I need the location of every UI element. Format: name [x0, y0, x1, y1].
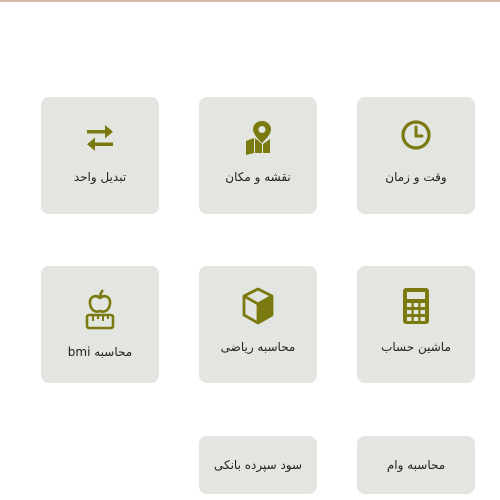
tile-loan-calculator[interactable]: محاسبه وام — [357, 436, 475, 494]
tile-map-location[interactable]: نقشه و مکان — [199, 97, 317, 214]
tile-bmi-calculator[interactable]: محاسبه bmi — [41, 266, 159, 383]
tile-label: وقت و زمان — [385, 170, 447, 184]
calculator-icon — [403, 288, 429, 324]
tile-date-time[interactable]: وقت و زمان — [357, 97, 475, 214]
tile-label: محاسبه bmi — [67, 345, 133, 359]
tile-calculator[interactable]: ماشین حساب — [357, 266, 475, 383]
swap-arrows-icon — [87, 125, 113, 151]
apple-scale-icon — [85, 289, 115, 330]
cube-icon — [242, 287, 274, 325]
tile-label: تبدیل واحد — [73, 170, 127, 184]
tile-label: سود سپرده بانکی — [213, 458, 303, 472]
tile-label: محاسبه وام — [386, 458, 446, 472]
map-pin-icon — [246, 121, 271, 155]
tile-label: محاسبه ریاضی — [220, 340, 296, 354]
tile-bank-deposit-interest[interactable]: سود سپرده بانکی — [199, 436, 317, 494]
clock-icon — [401, 120, 431, 150]
tile-math-calculation[interactable]: محاسبه ریاضی — [199, 266, 317, 383]
tile-label: ماشین حساب — [381, 340, 451, 354]
header-divider — [0, 0, 500, 2]
app-page: تبدیل واحد نقشه و مکان وقت و زمان محاسبه… — [0, 0, 500, 500]
tile-unit-converter[interactable]: تبدیل واحد — [41, 97, 159, 214]
tile-label: نقشه و مکان — [225, 170, 291, 184]
